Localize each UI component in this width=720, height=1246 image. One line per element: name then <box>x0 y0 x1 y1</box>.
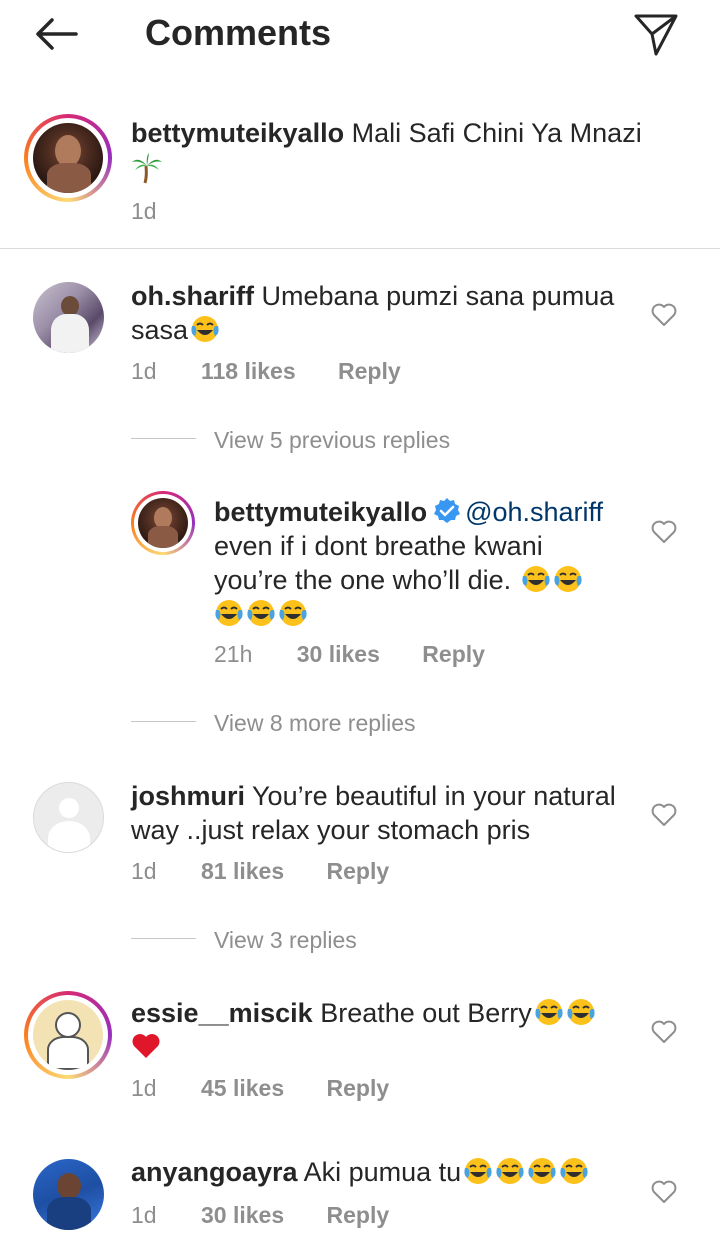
comment-meta: 1d 118 likes Reply <box>131 358 401 385</box>
tears-of-joy-emoji <box>560 1158 588 1184</box>
comment-text: joshmuri You’re beautiful in your natura… <box>131 781 616 845</box>
avatar[interactable] <box>33 282 104 353</box>
comment-time: 1d <box>131 1202 157 1228</box>
tears-of-joy-emoji <box>554 566 582 592</box>
palm-tree-emoji <box>132 153 162 184</box>
page-title: Comments <box>145 12 332 53</box>
caption-username[interactable]: bettymuteikyallo <box>131 118 344 148</box>
likes-count[interactable]: 118 likes <box>201 358 296 384</box>
comment-meta: 1d 81 likes Reply <box>131 858 389 885</box>
reply-text: bettymuteikyallo @oh.shariff even if i do… <box>214 495 634 631</box>
avatar <box>33 123 103 193</box>
reply-meta: 21h 30 likes Reply <box>214 641 485 668</box>
comment-username[interactable]: essie__miscik <box>131 998 313 1028</box>
thread-line <box>131 438 196 439</box>
thread-line <box>131 938 196 939</box>
tears-of-joy-emoji <box>522 566 550 592</box>
avatar <box>138 498 188 548</box>
comment-time: 1d <box>131 358 157 384</box>
reply-button[interactable]: Reply <box>327 1202 390 1228</box>
reply-button[interactable]: Reply <box>327 1075 390 1101</box>
heart-outline-icon[interactable] <box>651 520 677 544</box>
comment-text: oh.shariff Umebana pumzi sana pumua sasa <box>131 281 615 345</box>
heart-outline-icon[interactable] <box>651 303 677 327</box>
tears-of-joy-emoji <box>215 600 243 626</box>
reply-button[interactable]: Reply <box>327 858 390 884</box>
likes-count[interactable]: 30 likes <box>297 641 380 667</box>
reply-button[interactable]: Reply <box>338 358 401 384</box>
likes-count[interactable]: 81 likes <box>201 858 284 884</box>
likes-count[interactable]: 30 likes <box>201 1202 284 1228</box>
thread-line <box>131 721 196 722</box>
comment-meta: 1d 45 likes Reply <box>131 1075 389 1102</box>
avatar <box>33 1000 103 1070</box>
paper-plane-icon[interactable] <box>632 10 680 58</box>
story-ring[interactable] <box>24 991 112 1079</box>
tears-of-joy-emoji <box>496 1158 524 1184</box>
reply-button[interactable]: Reply <box>422 641 485 667</box>
red-heart-emoji <box>132 1034 160 1058</box>
comment-text: anyangoayra Aki pumua tu <box>131 1155 631 1189</box>
reply-username[interactable]: bettymuteikyallo <box>214 497 427 527</box>
comment-username[interactable]: oh.shariff <box>131 281 254 311</box>
tears-of-joy-emoji <box>535 999 563 1025</box>
reply-avatar-ring[interactable] <box>131 491 195 555</box>
tears-of-joy-emoji <box>191 316 219 342</box>
mention-link[interactable]: @oh.shariff <box>465 497 603 527</box>
heart-outline-icon[interactable] <box>651 1020 677 1044</box>
comment-text: essie__miscik Breathe out Berry <box>131 996 631 1064</box>
caption-body: Mali Safi Chini Ya Mnazi <box>351 118 642 148</box>
tears-of-joy-emoji <box>464 1158 492 1184</box>
heart-outline-icon[interactable] <box>651 803 677 827</box>
tears-of-joy-emoji <box>279 600 307 626</box>
tears-of-joy-emoji <box>567 999 595 1025</box>
comment-meta: 1d 30 likes Reply <box>131 1202 389 1229</box>
header-bar: Comments <box>0 0 720 72</box>
comment-username[interactable]: anyangoayra <box>131 1157 298 1187</box>
comment-username[interactable]: joshmuri <box>131 781 245 811</box>
view-replies[interactable]: View 3 replies <box>214 927 357 954</box>
avatar[interactable] <box>33 782 104 853</box>
view-previous-replies[interactable]: View 5 previous replies <box>214 427 450 454</box>
back-arrow-icon[interactable] <box>30 12 82 56</box>
tears-of-joy-emoji <box>247 600 275 626</box>
caption-text: bettymuteikyallo Mali Safi Chini Ya Mnaz… <box>131 116 671 150</box>
tears-of-joy-emoji <box>528 1158 556 1184</box>
heart-outline-icon[interactable] <box>651 1180 677 1204</box>
likes-count[interactable]: 45 likes <box>201 1075 284 1101</box>
verified-badge-icon <box>434 498 461 523</box>
view-more-replies[interactable]: View 8 more replies <box>214 710 416 737</box>
reply-time: 21h <box>214 641 253 667</box>
comment-time: 1d <box>131 858 157 884</box>
avatar[interactable] <box>33 1159 104 1230</box>
comment-time: 1d <box>131 1075 157 1101</box>
caption-avatar-ring[interactable] <box>24 114 112 202</box>
divider <box>0 248 720 249</box>
caption-time: 1d <box>131 198 157 224</box>
